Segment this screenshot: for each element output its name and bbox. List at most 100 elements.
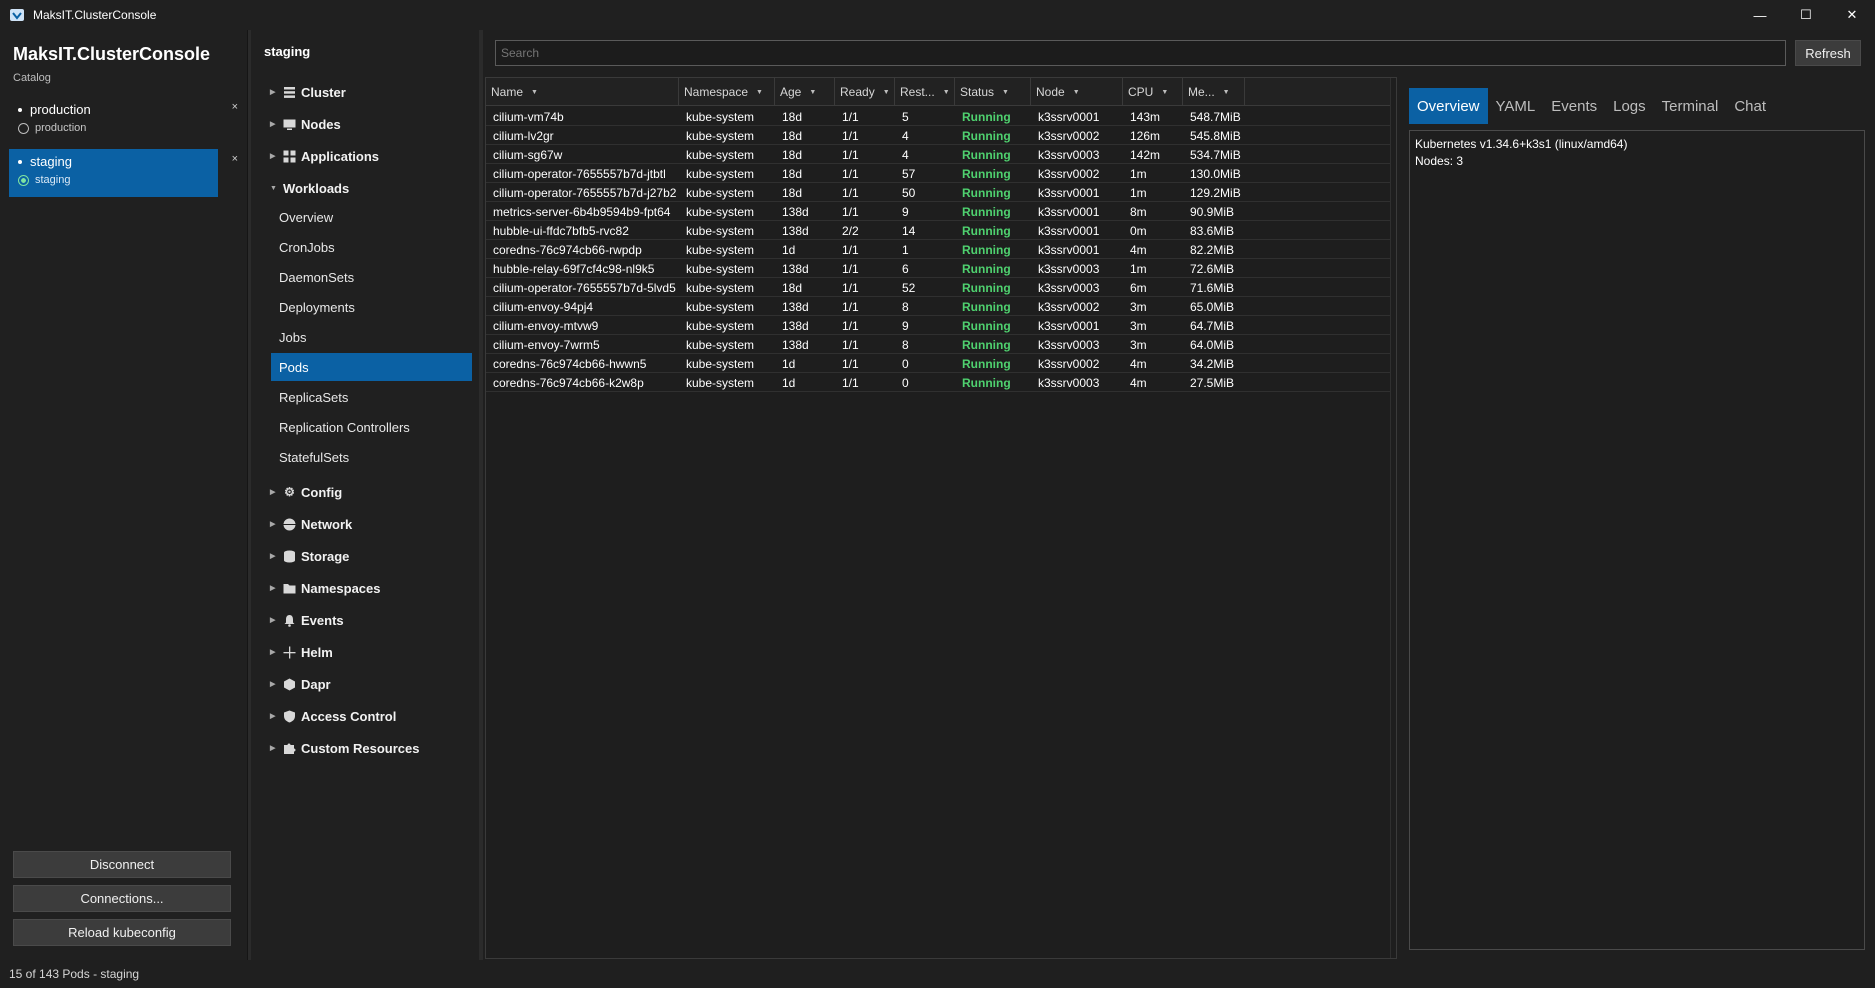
table-row[interactable]: coredns-76c974cb66-rwpdp kube-system 1d 1/1… bbox=[486, 240, 1396, 259]
cell-status: Running bbox=[962, 223, 1011, 238]
close-context-icon[interactable]: × bbox=[232, 153, 238, 165]
cell-namespace: kube-system bbox=[686, 204, 755, 219]
nav-splitter[interactable] bbox=[479, 30, 483, 960]
nav-group-cluster[interactable]: ▶ Cluster bbox=[270, 82, 346, 102]
sort-arrow-icon[interactable]: ▼ bbox=[1073, 89, 1080, 96]
nav-item-replication-controllers[interactable]: Replication Controllers bbox=[271, 413, 472, 441]
header-col-memory[interactable]: Me... ▼ bbox=[1183, 78, 1245, 106]
header-col-cpu[interactable]: CPU ▼ bbox=[1123, 78, 1183, 106]
header-col-age[interactable]: Age ▼ bbox=[775, 78, 835, 106]
table-row[interactable]: cilium-envoy-mtvw9 kube-system 138d 1/1 9 Run… bbox=[486, 316, 1396, 335]
collapse-arrow-icon[interactable]: ▼ bbox=[270, 185, 283, 192]
connections-button[interactable]: Connections... bbox=[13, 885, 231, 912]
expand-arrow-icon[interactable]: ▶ bbox=[270, 88, 283, 96]
expand-arrow-icon[interactable]: ▶ bbox=[270, 520, 283, 528]
header-col-node[interactable]: Node ▼ bbox=[1031, 78, 1123, 106]
sort-arrow-icon[interactable]: ▼ bbox=[756, 89, 763, 96]
expand-arrow-icon[interactable]: ▶ bbox=[270, 552, 283, 560]
expand-arrow-icon[interactable]: ▶ bbox=[270, 648, 283, 656]
radio-icon[interactable] bbox=[18, 174, 29, 186]
expand-arrow-icon[interactable]: ▶ bbox=[270, 744, 283, 752]
nav-group-applications[interactable]: ▶ Applications bbox=[270, 146, 379, 166]
header-col-namespace[interactable]: Namespace ▼ bbox=[679, 78, 775, 106]
expand-arrow-icon[interactable]: ▶ bbox=[270, 712, 283, 720]
nav-item-jobs[interactable]: Jobs bbox=[271, 323, 472, 351]
nav-group-label: Nodes bbox=[301, 116, 341, 132]
refresh-button[interactable]: Refresh bbox=[1795, 40, 1861, 66]
nav-group-workloads[interactable]: ▼ Workloads bbox=[270, 178, 349, 198]
reload-kubeconfig-button[interactable]: Reload kubeconfig bbox=[13, 919, 231, 946]
table-row[interactable]: cilium-operator-7655557b7d-j27b2 kube-sys… bbox=[486, 183, 1396, 202]
nav-group-access-control[interactable]: ▶ Access Control bbox=[270, 706, 396, 726]
table-row[interactable]: coredns-76c974cb66-k2w8p kube-system 1d 1/1… bbox=[486, 373, 1396, 392]
header-col-name[interactable]: Name ▼ bbox=[486, 78, 679, 106]
table-row[interactable]: hubble-relay-69f7cf4c98-nl9k5 kube-system… bbox=[486, 259, 1396, 278]
sort-arrow-icon[interactable]: ▼ bbox=[1002, 89, 1009, 96]
puzzle-icon bbox=[283, 742, 296, 755]
sort-arrow-icon[interactable]: ▼ bbox=[1161, 89, 1168, 96]
context-item-production[interactable]: production production × bbox=[9, 97, 238, 145]
tab-chat[interactable]: Chat bbox=[1726, 88, 1774, 124]
nav-item-daemonsets[interactable]: DaemonSets bbox=[271, 263, 472, 291]
nav-item-cronjobs[interactable]: CronJobs bbox=[271, 233, 472, 261]
nav-group-storage[interactable]: ▶ Storage bbox=[270, 546, 349, 566]
table-row[interactable]: cilium-operator-7655557b7d-5lvd5 kube-sys… bbox=[486, 278, 1396, 297]
table-row[interactable]: cilium-envoy-94pj4 kube-system 138d 1/1 8 Run… bbox=[486, 297, 1396, 316]
table-row[interactable]: hubble-ui-ffdc7bfb5-rvc82 kube-system 138d… bbox=[486, 221, 1396, 240]
context-item-staging[interactable]: staging staging × bbox=[9, 149, 238, 197]
tab-yaml[interactable]: YAML bbox=[1488, 88, 1544, 124]
nav-group-network[interactable]: ▶ Network bbox=[270, 514, 352, 534]
table-row[interactable]: metrics-server-6b4b9594b9-fpt64 kube-syst… bbox=[486, 202, 1396, 221]
cell-memory: 129.2MiB bbox=[1190, 185, 1241, 200]
expand-arrow-icon[interactable]: ▶ bbox=[270, 120, 283, 128]
close-button[interactable]: ✕ bbox=[1829, 0, 1875, 30]
nav-group-helm[interactable]: ▶ Helm bbox=[270, 642, 333, 662]
sort-arrow-icon[interactable]: ▼ bbox=[1223, 89, 1230, 96]
table-row[interactable]: cilium-sg67w kube-system 18d 1/1 4 Running k3s… bbox=[486, 145, 1396, 164]
close-context-icon[interactable]: × bbox=[232, 101, 238, 113]
nav-group-config[interactable]: ▶ ⚙ Config bbox=[270, 482, 342, 502]
nav-group-custom-resources[interactable]: ▶ Custom Resources bbox=[270, 738, 419, 758]
expand-arrow-icon[interactable]: ▶ bbox=[270, 680, 283, 688]
nav-group-namespaces[interactable]: ▶ Namespaces bbox=[270, 578, 381, 598]
nav-item-overview[interactable]: Overview bbox=[271, 203, 472, 231]
header-col-status[interactable]: Status ▼ bbox=[955, 78, 1031, 106]
sort-arrow-icon[interactable]: ▼ bbox=[943, 89, 950, 96]
table-row[interactable]: cilium-operator-7655557b7d-jtbtl kube-sys… bbox=[486, 164, 1396, 183]
cell-cpu: 0m bbox=[1130, 223, 1147, 238]
pods-table: Name ▼ Namespace ▼ Age ▼ Ready ▼ Rest... ▼ Status ▼… bbox=[485, 77, 1397, 959]
sort-arrow-icon[interactable]: ▼ bbox=[809, 89, 816, 96]
tab-overview[interactable]: Overview bbox=[1409, 88, 1488, 124]
nav-group-dapr[interactable]: ▶ Dapr bbox=[270, 674, 331, 694]
table-row[interactable]: coredns-76c974cb66-hwwn5 kube-system 1d 1/1… bbox=[486, 354, 1396, 373]
tab-logs[interactable]: Logs bbox=[1605, 88, 1654, 124]
nav-item-replicasets[interactable]: ReplicaSets bbox=[271, 383, 472, 411]
table-row[interactable]: cilium-envoy-7wrm5 kube-system 138d 1/1 8 Run… bbox=[486, 335, 1396, 354]
sort-arrow-icon[interactable]: ▼ bbox=[531, 89, 538, 96]
disconnect-button[interactable]: Disconnect bbox=[13, 851, 231, 878]
nav-group-events[interactable]: ▶ Events bbox=[270, 610, 344, 630]
nav-group-nodes[interactable]: ▶ Nodes bbox=[270, 114, 341, 134]
search-input[interactable] bbox=[495, 40, 1786, 66]
sort-arrow-icon[interactable]: ▼ bbox=[883, 89, 890, 96]
minimize-button[interactable]: — bbox=[1737, 0, 1783, 30]
table-row[interactable]: cilium-vm74b kube-system 18d 1/1 5 Running k3s… bbox=[486, 107, 1396, 126]
expand-arrow-icon[interactable]: ▶ bbox=[270, 584, 283, 592]
expand-arrow-icon[interactable]: ▶ bbox=[270, 488, 283, 496]
expand-arrow-icon[interactable]: ▶ bbox=[270, 616, 283, 624]
table-row[interactable]: cilium-lv2gr kube-system 18d 1/1 4 Running k3s… bbox=[486, 126, 1396, 145]
header-col-ready[interactable]: Ready ▼ bbox=[835, 78, 895, 106]
tab-terminal[interactable]: Terminal bbox=[1654, 88, 1727, 124]
cell-name: metrics-server-6b4b9594b9-fpt64 bbox=[493, 204, 671, 219]
nav-item-pods[interactable]: Pods bbox=[271, 353, 472, 381]
expand-arrow-icon[interactable]: ▶ bbox=[270, 152, 283, 160]
nav-item-statefulsets[interactable]: StatefulSets bbox=[271, 443, 472, 471]
table-scrollbar[interactable] bbox=[1390, 78, 1396, 958]
maximize-button[interactable]: ☐ bbox=[1783, 0, 1829, 30]
radio-icon[interactable] bbox=[18, 122, 29, 134]
header-col-restarts[interactable]: Rest... ▼ bbox=[895, 78, 955, 106]
nav-item-deployments[interactable]: Deployments bbox=[271, 293, 472, 321]
tab-events[interactable]: Events bbox=[1543, 88, 1605, 124]
cell-cpu: 1m bbox=[1130, 185, 1147, 200]
shield-icon bbox=[283, 710, 296, 723]
